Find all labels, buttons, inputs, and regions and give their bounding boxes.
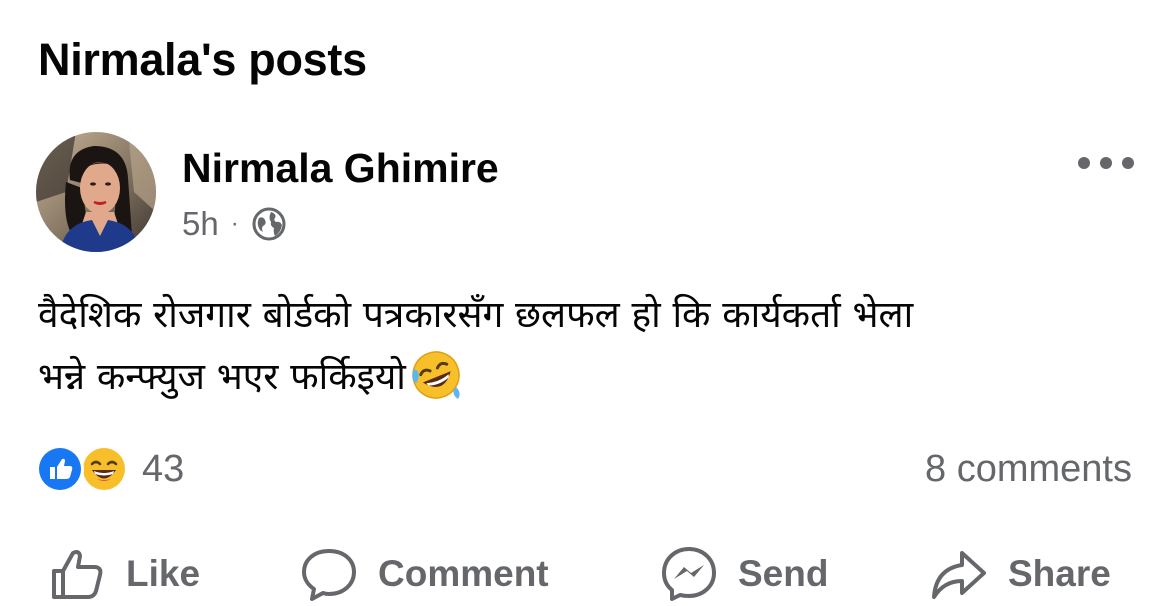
more-dot — [1100, 157, 1112, 169]
reaction-count: 43 — [142, 447, 185, 490]
globe-icon — [251, 206, 287, 242]
author-name[interactable]: Nirmala Ghimire — [182, 142, 499, 194]
comment-button[interactable]: Comment — [300, 542, 549, 606]
share-arrow-icon — [930, 545, 988, 603]
thumbs-up-icon — [48, 545, 106, 603]
post-text-line-2: भन्ने कन्फ्युज भएर फर्किइयो — [38, 346, 1138, 408]
comment-bubble-icon — [300, 545, 358, 603]
more-dot — [1078, 157, 1090, 169]
more-options-button[interactable] — [1078, 148, 1134, 178]
like-reaction-icon — [36, 445, 84, 493]
comments-count-link[interactable]: 8 comments — [925, 444, 1132, 494]
send-label: Send — [738, 553, 829, 594]
post-time[interactable]: 5h — [182, 205, 219, 243]
page-title: Nirmala's posts — [38, 34, 367, 85]
avatar[interactable] — [36, 132, 156, 252]
post-text-line: वैदेशिक रोजगार बोर्डको पत्रकारसँग छलफल ह… — [38, 293, 914, 336]
messenger-icon — [660, 545, 718, 603]
post-meta: 5h · — [182, 204, 287, 244]
send-button[interactable]: Send — [660, 542, 828, 606]
share-button[interactable]: Share — [930, 542, 1111, 606]
haha-reaction-icon — [80, 445, 128, 493]
reactions-summary[interactable]: 43 — [36, 444, 184, 494]
post-text-line: भन्ने कन्फ्युज भएर फर्किइयो — [38, 355, 406, 398]
rolling-laughing-emoji-icon — [410, 349, 462, 401]
meta-separator: · — [230, 210, 239, 237]
like-label: Like — [126, 553, 201, 594]
share-label: Share — [1008, 553, 1111, 594]
like-button[interactable]: Like — [48, 542, 200, 606]
comment-label: Comment — [378, 553, 549, 594]
post-text: वैदेशिक रोजगार बोर्डको पत्रकारसँग छलफल ह… — [38, 284, 1138, 408]
more-dot — [1122, 157, 1134, 169]
